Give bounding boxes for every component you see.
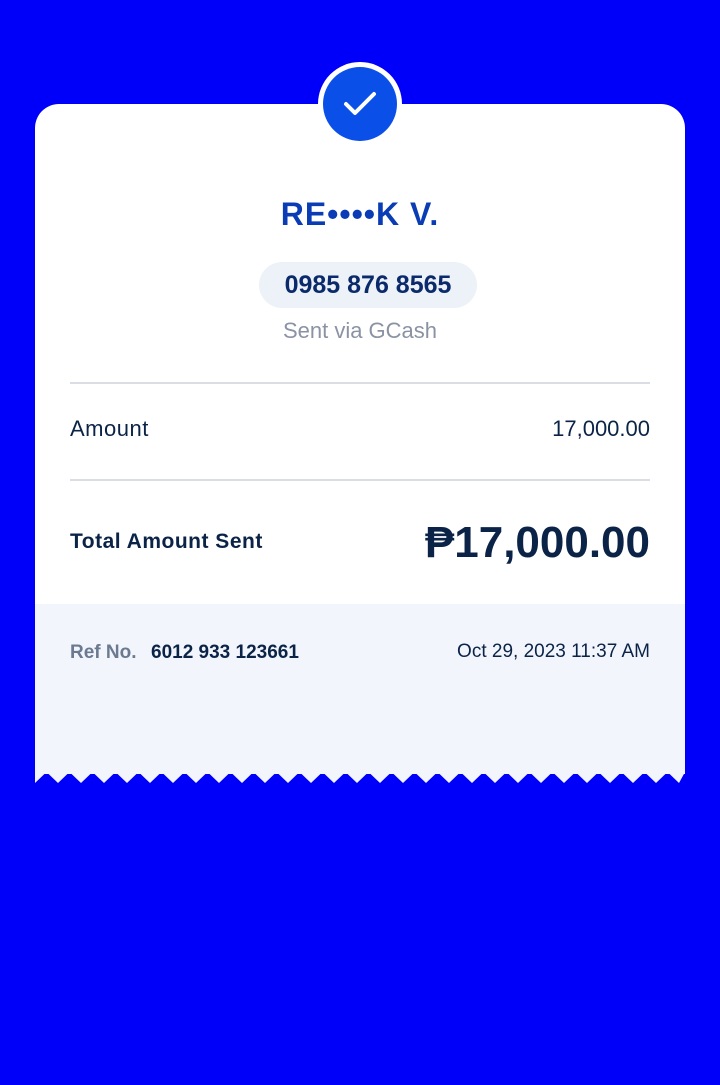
total-label: Total Amount Sent (70, 530, 263, 553)
success-badge-circle (323, 67, 397, 141)
receipt-screen: RE••••K V. 0985 876 8565 Sent via GCash … (0, 0, 720, 1085)
recipient-phone: 0985 876 8565 (259, 262, 477, 308)
sent-via-label: Sent via GCash (282, 318, 438, 343)
receipt-footer (35, 604, 685, 774)
total-value: ₱17,000.00 (424, 518, 650, 567)
amount-value: 17,000.00 (552, 416, 650, 441)
transaction-timestamp: Oct 29, 2023 11:37 AM (457, 641, 650, 662)
check-icon (344, 92, 376, 115)
ref-label: Ref No. (70, 642, 137, 663)
divider (70, 382, 650, 384)
receipt-torn-edge (35, 772, 685, 783)
recipient-name: RE••••K V. (280, 196, 440, 232)
divider (70, 479, 650, 481)
ref-number: 6012 933 123661 (151, 642, 299, 663)
amount-label: Amount (70, 416, 149, 441)
success-badge (318, 62, 402, 146)
